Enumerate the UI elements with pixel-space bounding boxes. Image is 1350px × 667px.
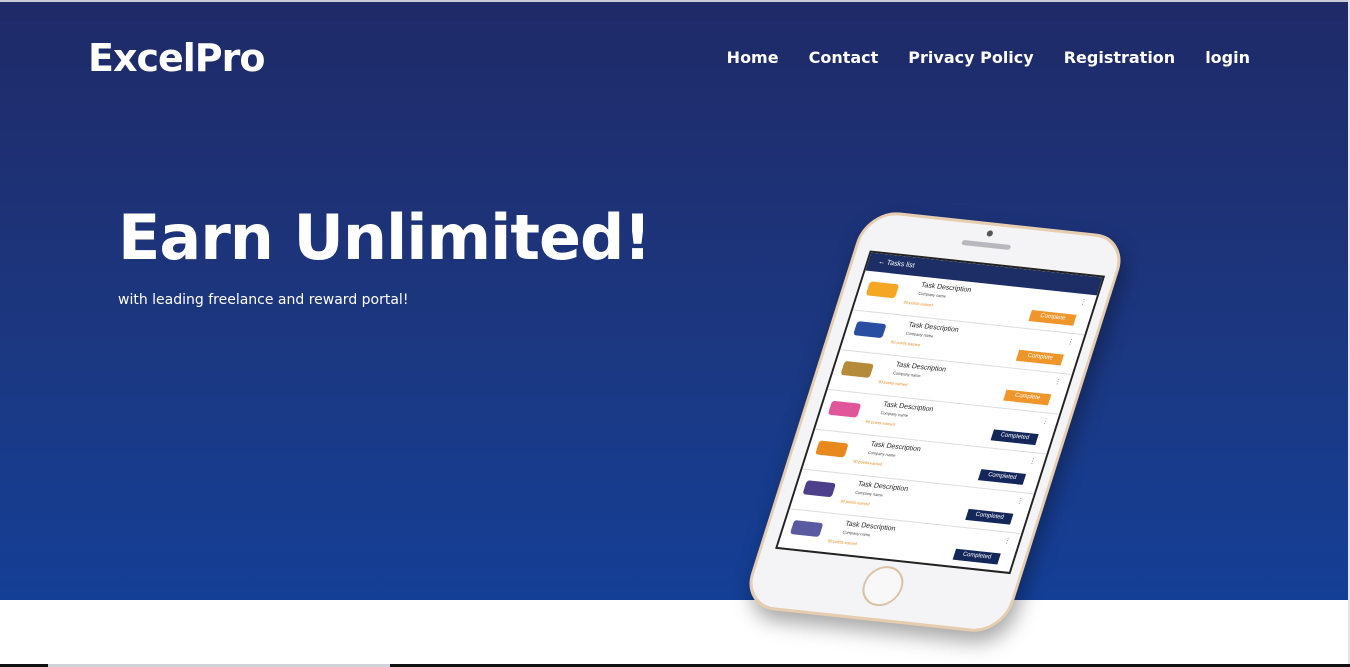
phone-screen: ← Tasks list Task Description Company nam… [775, 250, 1106, 575]
task-status-button[interactable]: Completed [965, 508, 1014, 525]
more-options-icon[interactable]: ⋮ [1041, 417, 1050, 426]
task-list: Task Description Company name 90 points ea… [777, 270, 1097, 574]
nav-home[interactable]: Home [727, 47, 779, 69]
hero-section: ExcelPro Home Contact Privacy Policy Reg… [0, 0, 1350, 636]
task-status-button[interactable]: Complete [1003, 389, 1052, 406]
company-logo-icon [802, 480, 837, 498]
brand-logo[interactable]: ExcelPro [88, 36, 265, 80]
company-name: Company name [892, 370, 922, 379]
more-options-icon[interactable]: ⋮ [1028, 457, 1037, 466]
task-status-button[interactable]: Completed [990, 429, 1039, 446]
task-status-button[interactable]: Completed [952, 548, 1001, 565]
nav-contact[interactable]: Contact [809, 47, 879, 69]
company-logo-icon [827, 400, 862, 418]
back-arrow-icon: ← [877, 258, 887, 267]
task-status-button[interactable]: Complete [1015, 349, 1064, 366]
nav-login[interactable]: login [1205, 47, 1250, 69]
top-nav: Home Contact Privacy Policy Registration… [727, 47, 1250, 69]
more-options-icon[interactable]: ⋮ [1015, 497, 1024, 506]
company-name: Company name [879, 410, 909, 419]
points-earned: 90 points earned [877, 378, 909, 388]
points-earned: 90 points earned [902, 299, 934, 308]
company-name: Company name [841, 529, 872, 538]
more-options-icon[interactable]: ⋮ [1053, 377, 1062, 386]
points-earned: 90 points earned [865, 418, 896, 427]
company-logo-icon [815, 440, 849, 458]
company-name: Company name [905, 330, 935, 339]
screen-title: Tasks list [885, 259, 916, 270]
task-status-button[interactable]: Complete [1028, 310, 1077, 326]
hero-headline: Earn Unlimited! [118, 201, 652, 274]
points-earned: 90 points earned [839, 498, 871, 507]
company-name: Company name [917, 290, 947, 299]
company-logo-icon [853, 321, 887, 339]
points-earned: 90 points earned [852, 458, 883, 467]
points-earned: 90 points earned [827, 538, 858, 547]
points-earned: 90 points earned [890, 339, 921, 348]
nav-registration[interactable]: Registration [1064, 47, 1175, 69]
more-options-icon[interactable]: ⋮ [1079, 298, 1088, 307]
company-logo-icon [865, 281, 900, 299]
more-options-icon[interactable]: ⋮ [1003, 537, 1012, 546]
phone-mockup: ← Tasks list Task Description Company nam… [740, 208, 1130, 636]
company-logo-icon [789, 520, 824, 538]
company-logo-icon [840, 360, 874, 378]
company-name: Company name [867, 449, 897, 458]
task-status-button[interactable]: Completed [977, 469, 1027, 485]
more-options-icon[interactable]: ⋮ [1066, 338, 1075, 347]
hero-subline: with leading freelance and reward portal… [118, 292, 409, 308]
nav-privacy-policy[interactable]: Privacy Policy [908, 47, 1033, 69]
company-name: Company name [854, 489, 884, 498]
